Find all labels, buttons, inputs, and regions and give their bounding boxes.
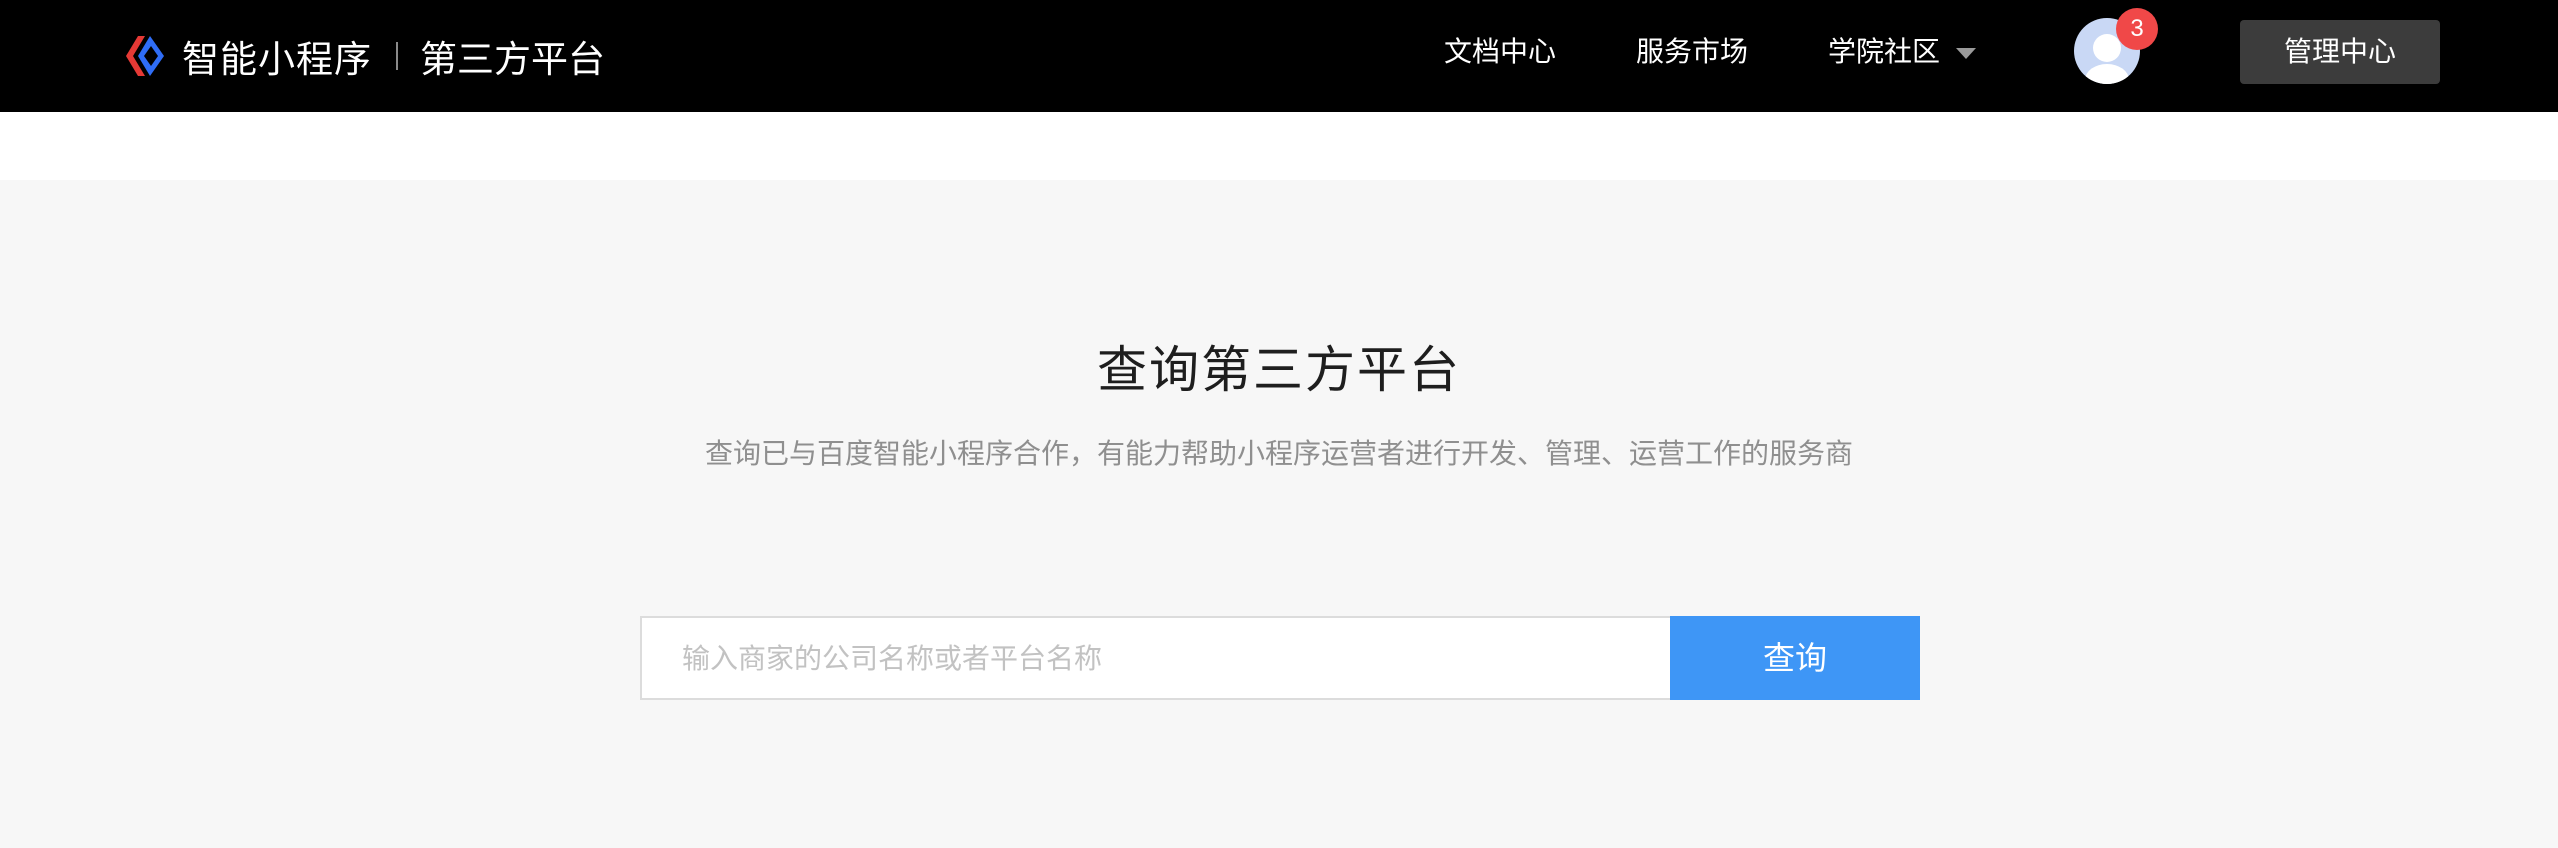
search-button[interactable]: 查询 bbox=[1670, 616, 1920, 700]
brand[interactable]: 智能小程序 第三方平台 bbox=[118, 30, 605, 82]
brand-subtitle: 第三方平台 bbox=[420, 38, 605, 81]
search-input[interactable] bbox=[640, 616, 1670, 700]
nav-market-link[interactable]: 服务市场 bbox=[1636, 32, 1748, 72]
top-navigation-bar: 智能小程序 第三方平台 文档中心 服务市场 学院社区 3 管理中心 bbox=[0, 0, 2558, 112]
nav-academy-label: 学院社区 bbox=[1828, 35, 1941, 68]
notification-badge: 3 bbox=[2116, 8, 2158, 50]
swan-logo-icon bbox=[126, 36, 164, 76]
user-avatar-button[interactable]: 3 bbox=[2074, 8, 2158, 84]
nav-docs-link[interactable]: 文档中心 bbox=[1444, 32, 1556, 72]
page-description: 查询已与百度智能小程序合作，有能力帮助小程序运营者进行开发、管理、运营工作的服务… bbox=[704, 437, 1853, 470]
search-bar: 查询 bbox=[640, 616, 1920, 700]
admin-center-button[interactable]: 管理中心 bbox=[2240, 20, 2440, 84]
brand-divider bbox=[396, 42, 398, 70]
page-title: 查询第三方平台 bbox=[1097, 341, 1461, 399]
brand-name: 智能小程序 bbox=[182, 38, 372, 81]
nav-academy-dropdown[interactable]: 学院社区 bbox=[1828, 32, 1977, 72]
search-section: 查询第三方平台 查询已与百度智能小程序合作，有能力帮助小程序运营者进行开发、管理… bbox=[0, 180, 2558, 848]
header-spacer bbox=[0, 112, 2558, 180]
caret-down-icon bbox=[1956, 47, 1977, 59]
